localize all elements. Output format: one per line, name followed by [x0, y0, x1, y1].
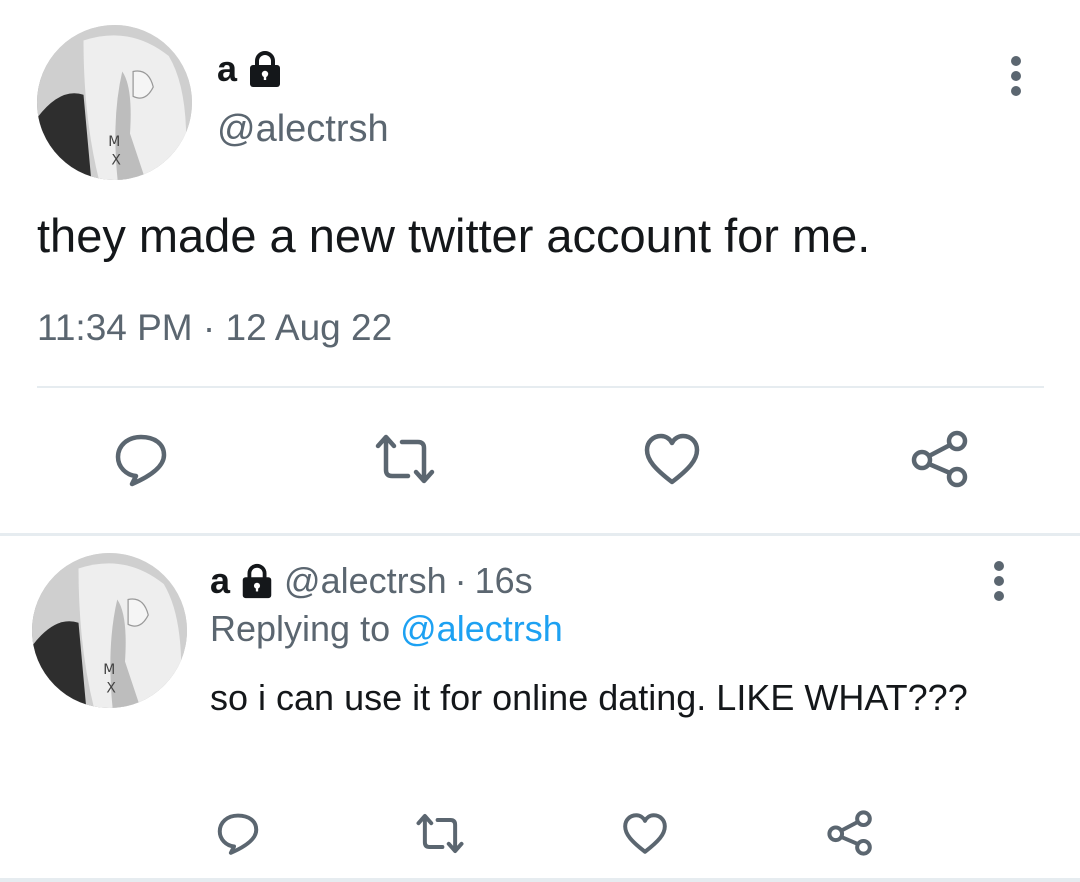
avatar[interactable]: M X [32, 553, 187, 708]
user-handle[interactable]: @alectrsh [217, 108, 389, 151]
share-icon[interactable] [826, 810, 874, 856]
like-icon[interactable] [622, 812, 668, 855]
display-name-text[interactable]: a [217, 48, 237, 90]
tweet-timestamp[interactable]: 11:34 PM · 12 Aug 22 [37, 307, 392, 349]
svg-text:X: X [106, 681, 116, 697]
separator: · [454, 560, 467, 601]
svg-text:M: M [103, 662, 115, 678]
svg-text:X: X [111, 153, 121, 169]
reply-icon[interactable] [112, 430, 170, 488]
display-name-text[interactable]: a [210, 560, 230, 602]
more-options-icon[interactable] [986, 560, 1012, 602]
divider [0, 878, 1080, 882]
retweet-icon[interactable] [370, 432, 440, 486]
avatar[interactable]: M X [37, 25, 192, 180]
tweet-text: so i can use it for online dating. LIKE … [210, 677, 968, 718]
like-icon[interactable] [643, 432, 701, 486]
lock-icon [250, 51, 281, 87]
reply-header: a @alectrsh · 16s [210, 560, 533, 602]
replying-to-link[interactable]: @alectrsh [400, 608, 563, 649]
tweet-age[interactable]: 16s [475, 560, 533, 602]
more-options-icon[interactable] [1003, 55, 1029, 97]
replying-to-label: Replying to [210, 608, 391, 649]
divider [37, 386, 1044, 388]
section-divider [0, 533, 1080, 536]
replying-to: Replying to @alectrsh [210, 608, 563, 650]
lock-icon [242, 563, 272, 599]
avatar-image: M X [32, 553, 187, 708]
user-handle[interactable]: @alectrsh [284, 560, 447, 602]
reply-icon[interactable] [215, 810, 261, 856]
display-name[interactable]: a [217, 48, 285, 90]
tweet-text: they made a new twitter account for me. [37, 209, 871, 262]
share-icon[interactable] [910, 430, 970, 488]
retweet-icon[interactable] [412, 812, 468, 855]
avatar-image: M X [37, 25, 192, 180]
svg-text:M: M [108, 134, 120, 150]
